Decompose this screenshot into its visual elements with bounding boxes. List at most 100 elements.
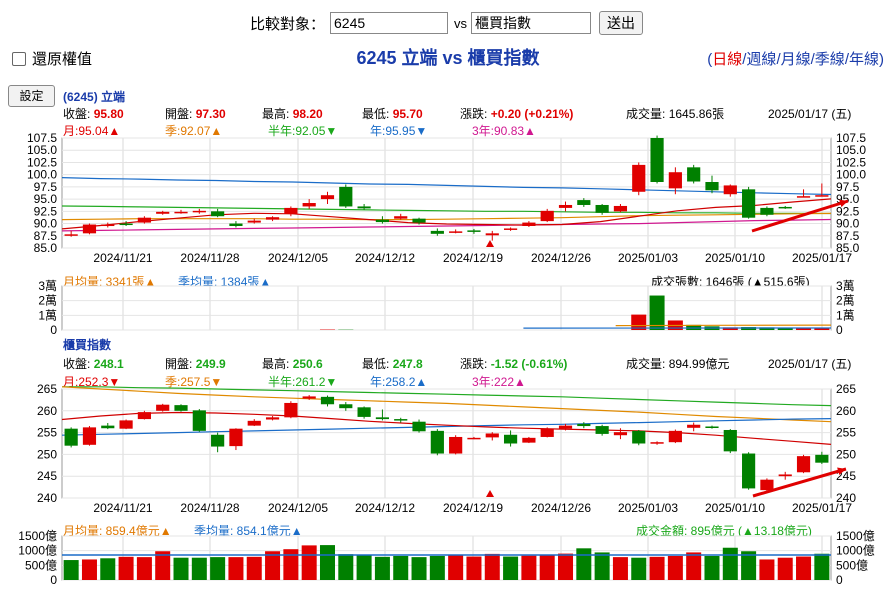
index-volume-bar [612, 557, 628, 580]
index-candle [467, 437, 481, 440]
index-candle [339, 404, 353, 409]
index-candle [394, 419, 408, 421]
index-volume-bar [393, 555, 409, 580]
index-candle [64, 428, 78, 446]
index-volume-bar [686, 552, 702, 580]
stock-x-tick: 2024/12/12 [355, 251, 415, 265]
stock-candle [137, 217, 151, 223]
stock-candle [119, 223, 133, 226]
index-price-axis-tick-left: 240 [37, 491, 57, 505]
index-x-tick: 2024/12/26 [531, 501, 591, 515]
index-candle [284, 402, 298, 418]
stock-x-tick: 2024/11/21 [93, 251, 152, 265]
stock-volume-axis-tick-right: 0 [836, 323, 843, 337]
stock-candle [760, 207, 774, 215]
stock-x-tick: 2025/01/03 [618, 251, 678, 265]
index-volume-bar [722, 547, 738, 580]
stock-candle [613, 205, 628, 212]
index-x-tick: 2024/12/05 [268, 501, 328, 515]
index-price-axis-tick-right: 250 [836, 447, 856, 461]
index-candle [320, 396, 335, 405]
stock-candle [247, 220, 261, 223]
index-x-tick: 2025/01/10 [705, 501, 765, 515]
index-volume-bar [118, 556, 134, 580]
index-volume-bar [576, 548, 592, 580]
stock-candle [595, 204, 609, 213]
index-volume-axis-tick-left: 500億 [25, 558, 57, 572]
stock-vol-ma-month-line [615, 324, 832, 327]
stock-candle [229, 223, 243, 226]
stock-x-tick: 2025/01/17 [792, 251, 852, 265]
index-volume-bar [539, 554, 555, 580]
index-price-axis-tick-left: 265 [37, 382, 57, 396]
stock-candle [577, 200, 591, 205]
index-candle [503, 434, 518, 444]
stock-x-tick: 2024/12/26 [531, 251, 591, 265]
index-volume-bar [319, 545, 335, 580]
index-candle [485, 433, 499, 438]
index-x-tick: 2024/11/28 [180, 501, 239, 515]
index-x-tick: 2025/01/17 [792, 501, 852, 515]
index-volume-axis-tick-right: 500億 [836, 558, 868, 572]
stock-volume-axis-tick-right: 1萬 [836, 308, 855, 322]
index-volume-bar [466, 556, 482, 580]
stock-candle [687, 167, 701, 182]
stock-volume-axis-tick-right: 3萬 [836, 279, 855, 293]
index-volume-bar [411, 557, 427, 580]
index-volume-axis-tick-left: 0 [50, 573, 57, 587]
index-candle [742, 453, 756, 489]
index-candle [156, 404, 170, 411]
index-candle [778, 474, 792, 477]
stock-candle [449, 231, 463, 233]
index-candle [760, 479, 774, 491]
stock-volume-axis-tick-left: 1萬 [38, 308, 57, 322]
index-volume-bar [796, 556, 812, 580]
stock-candle [632, 164, 646, 192]
index-candle [540, 428, 554, 437]
index-price-axis-tick-right: 265 [836, 382, 856, 396]
index-volume-axis-tick-right: 0 [836, 573, 843, 587]
index-candle [705, 426, 719, 428]
stock-candle [64, 234, 78, 236]
index-volume-bar [631, 557, 647, 580]
index-volume-bar [173, 557, 189, 580]
stock-candle [778, 206, 792, 209]
index-volume-bar [649, 556, 665, 580]
index-candle [192, 410, 206, 431]
stock-candle [357, 206, 371, 209]
stock-candle [192, 210, 206, 213]
stock-x-tick: 2025/01/10 [705, 251, 765, 265]
index-candle [632, 430, 646, 444]
index-price-axis-tick-left: 250 [37, 447, 57, 461]
index-price-axis-tick-right: 260 [836, 404, 856, 418]
index-candle [375, 417, 390, 420]
stock-candle [668, 172, 682, 189]
index-volume-bar [521, 555, 537, 580]
index-candle [650, 442, 664, 444]
index-volume-bar [301, 545, 317, 580]
index-volume-bar [448, 554, 464, 580]
index-volume-bar [759, 559, 775, 580]
stock-candle [540, 210, 554, 222]
stock-volume-panel [61, 285, 832, 331]
stock-candle [339, 186, 353, 207]
index-volume-bar [503, 556, 519, 580]
index-volume-bar [63, 560, 79, 580]
stock-candle [394, 216, 408, 219]
index-volume-bar [484, 553, 500, 580]
index-x-tick: 2025/01/03 [618, 501, 678, 515]
index-candle [595, 426, 609, 434]
index-candle [229, 428, 243, 447]
index-volume-bar [814, 553, 830, 580]
index-candle [796, 456, 811, 473]
stock-candle [650, 138, 664, 182]
stock-volume-axis-tick-left: 2萬 [38, 294, 57, 308]
index-candle [687, 424, 701, 428]
index-candle [302, 396, 316, 399]
stock-price-axis-tick-left: 85.0 [34, 241, 58, 255]
index-x-tick: 2024/12/19 [443, 501, 503, 515]
stock-price-panel [61, 137, 832, 249]
stock-candle [82, 224, 97, 234]
index-volume-bar [136, 557, 152, 580]
stock-candle [742, 189, 756, 218]
